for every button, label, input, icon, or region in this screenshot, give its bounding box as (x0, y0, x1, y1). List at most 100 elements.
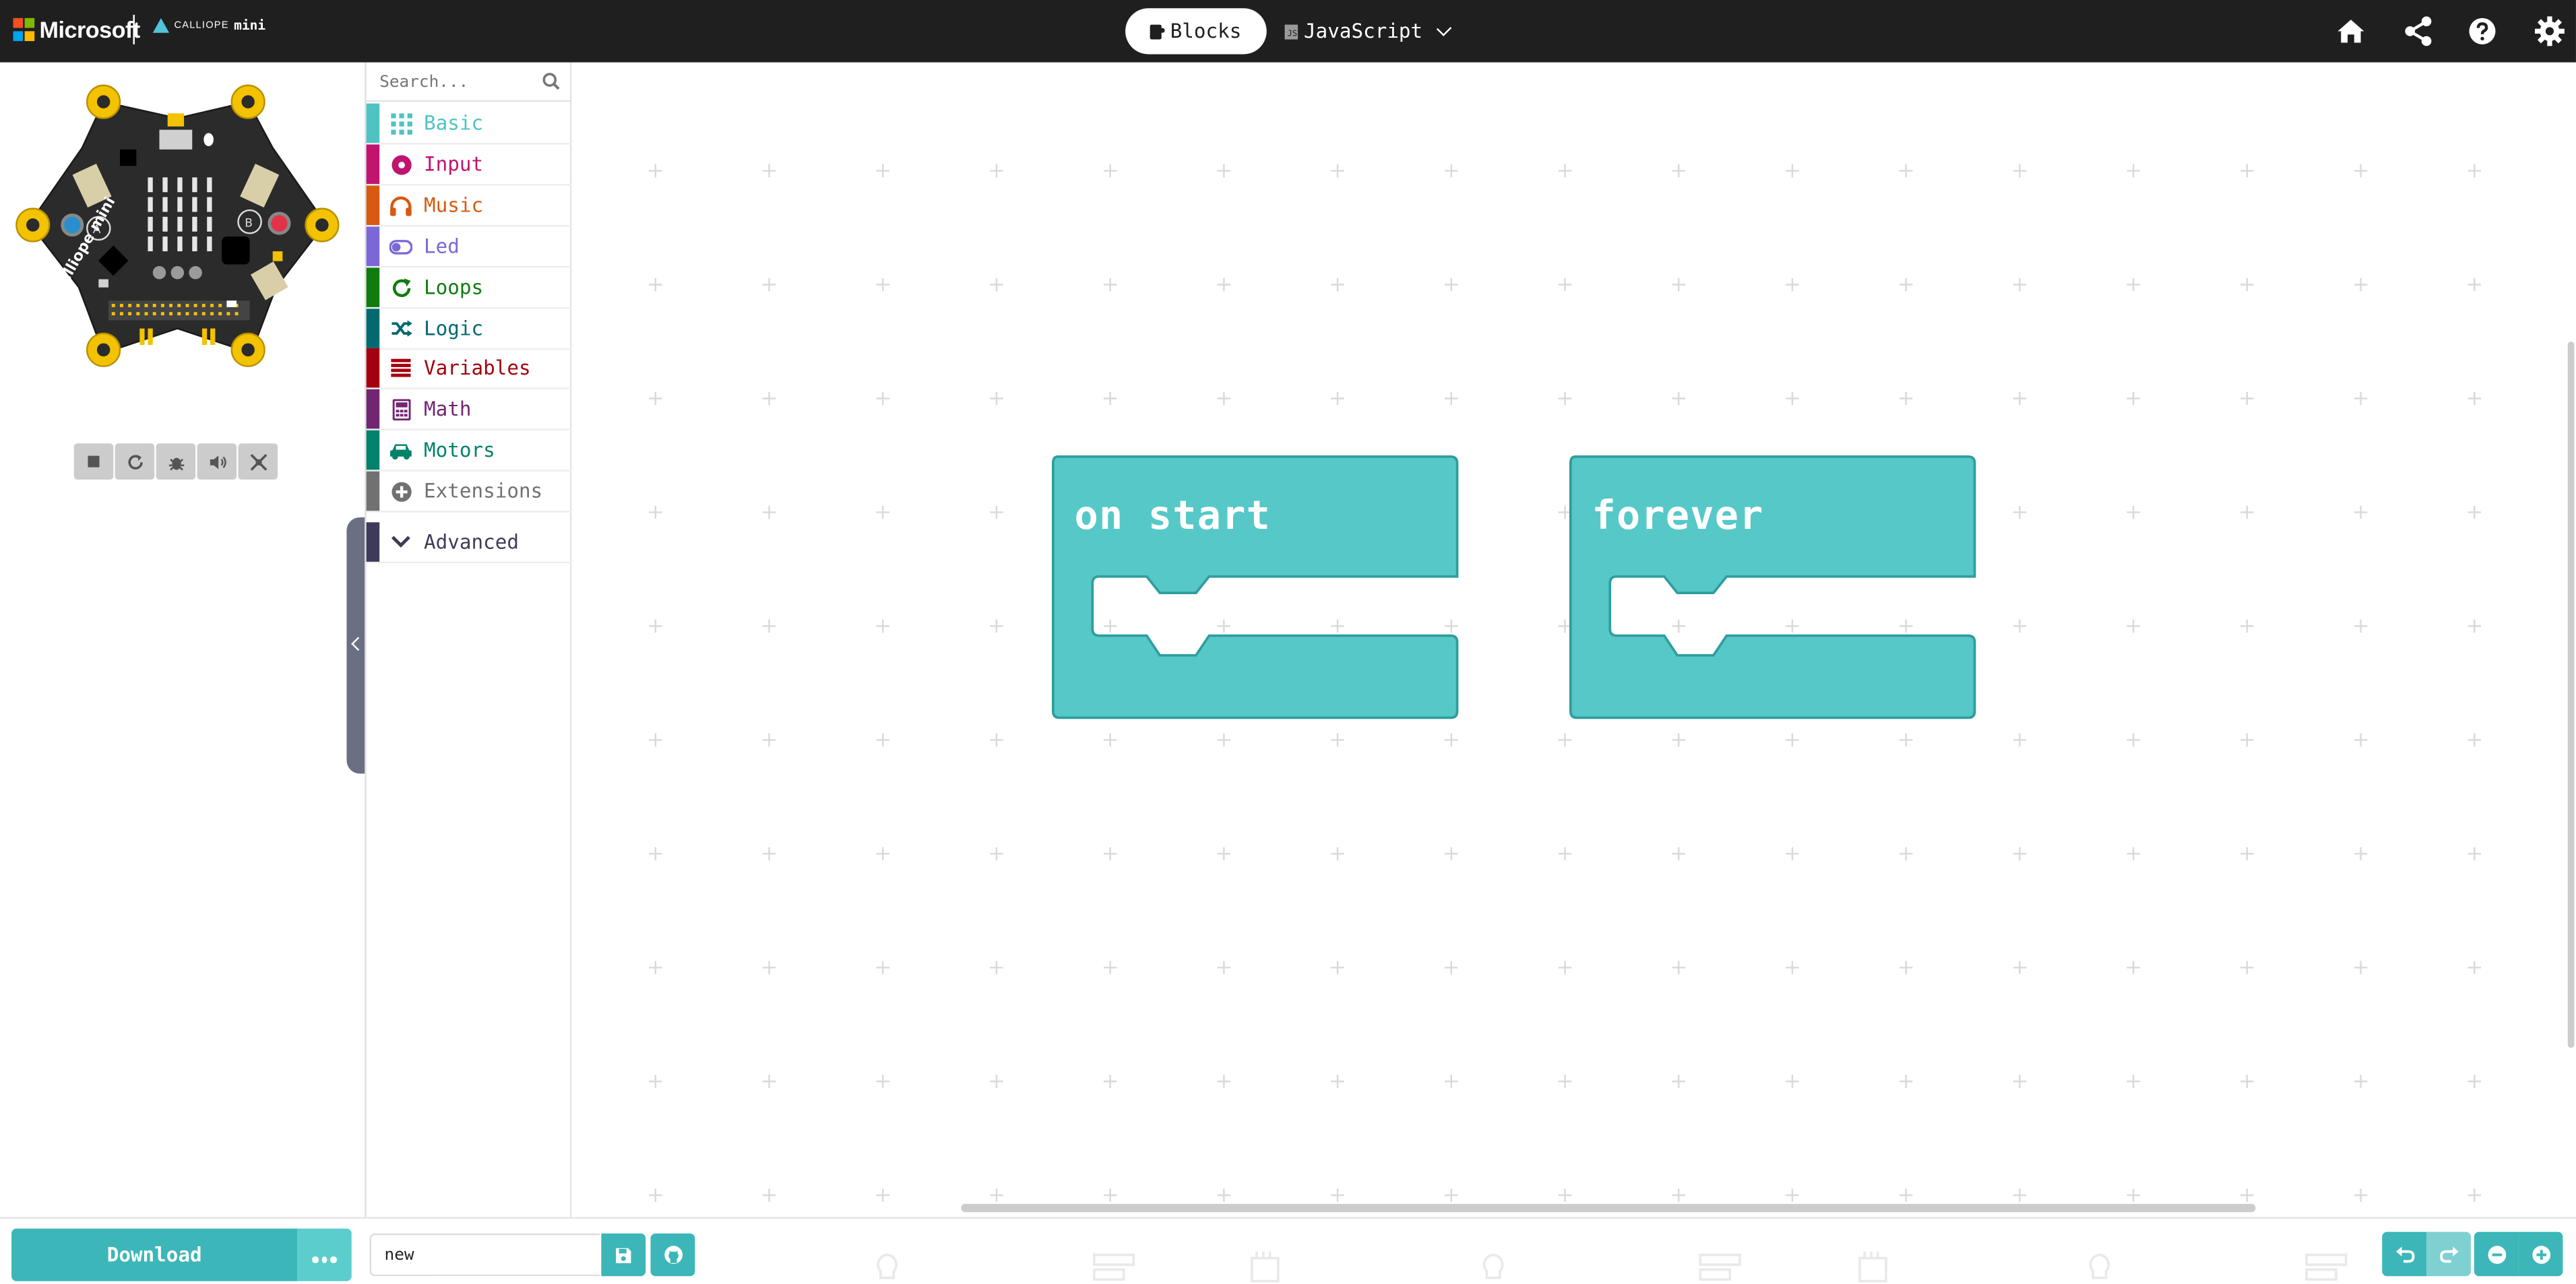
grid-plus-mark (1899, 278, 1913, 292)
grid-plus-mark (1331, 391, 1344, 406)
grid-plus-mark (2127, 961, 2140, 975)
decorative-bulb-icon (1482, 1253, 1504, 1279)
share-icon[interactable] (2402, 15, 2435, 48)
toolbox: Basic Input Music Led (365, 62, 572, 1217)
home-icon[interactable] (2335, 15, 2368, 48)
fullscreen-icon[interactable] (238, 443, 278, 480)
grid-plus-mark (762, 619, 776, 633)
grid-plus-mark (1672, 164, 1686, 178)
download-button[interactable]: Download (11, 1228, 298, 1281)
grid-plus-mark (2013, 278, 2027, 292)
grid-plus-mark (2013, 847, 2027, 861)
toolbox-category-math[interactable]: Math (366, 389, 572, 430)
javascript-mode-button[interactable]: JS JavaScript (1284, 8, 1452, 54)
grid-plus-mark (1899, 1074, 1913, 1088)
grid-plus-mark (990, 1188, 1003, 1202)
toolbox-category-input[interactable]: Input (366, 144, 572, 185)
toolbox-category-loops[interactable]: Loops (366, 267, 572, 309)
toolbox-category-music[interactable]: Music (366, 185, 572, 226)
grid-plus-mark (1445, 847, 1458, 861)
grid-plus-mark (1445, 391, 1458, 406)
simulator-controls (73, 443, 278, 480)
calliope-board-icon[interactable]: A B calliope mini (13, 82, 342, 371)
grid-plus-mark (2354, 847, 2368, 861)
search-input[interactable] (379, 69, 528, 96)
help-icon[interactable] (2466, 15, 2499, 48)
category-label: Basic (424, 111, 484, 135)
grid-plus-mark (1217, 847, 1231, 861)
grid-plus-mark (2354, 733, 2368, 747)
zoom-in-button[interactable] (2518, 1231, 2563, 1277)
grid-plus-mark (1445, 278, 1458, 292)
category-label: Advanced (424, 530, 519, 554)
zoom-out-button[interactable] (2474, 1231, 2519, 1277)
toolbox-category-variables[interactable]: Variables (366, 348, 572, 389)
decorative-bulb-icon (877, 1253, 898, 1279)
grid-plus-mark (762, 505, 776, 519)
microsoft-brand[interactable]: Microsoft (40, 16, 141, 42)
undo-button[interactable] (2382, 1231, 2427, 1277)
more-icon[interactable] (297, 1228, 352, 1281)
category-label: Loops (424, 276, 484, 299)
grid-plus-mark (990, 619, 1003, 633)
settings-icon[interactable] (2534, 15, 2567, 48)
microsoft-logo-icon[interactable] (13, 18, 36, 41)
grid-plus-mark (2240, 619, 2254, 633)
grid-plus-mark (876, 1188, 889, 1202)
grid-plus-mark (2240, 505, 2254, 519)
calliope-triangle-icon (152, 18, 170, 33)
grid-plus-mark (762, 164, 776, 178)
toolbox-category-logic[interactable]: Logic (366, 309, 572, 350)
grid-plus-mark (1217, 1188, 1231, 1202)
grid-plus-mark (649, 619, 662, 633)
debug-icon[interactable] (156, 443, 196, 480)
grid-plus-mark (649, 278, 662, 292)
toolbox-category-extensions[interactable]: Extensions (366, 471, 572, 512)
undo-icon (2395, 1246, 2414, 1263)
search-icon[interactable] (542, 72, 561, 90)
toolbox-category-basic[interactable]: Basic (366, 103, 572, 144)
forever-block-label: forever (1592, 492, 1764, 539)
toolbox-category-motors[interactable]: Motors (366, 430, 572, 471)
chevron-down-icon[interactable] (1436, 20, 1452, 36)
project-name-input[interactable] (369, 1233, 600, 1277)
category-label: Motors (424, 438, 495, 462)
grid-plus-mark (1899, 164, 1913, 178)
calliope-logo-text: CALLIOPE (174, 20, 229, 31)
save-button[interactable] (601, 1233, 646, 1277)
grid-plus-mark (2468, 961, 2482, 975)
save-icon (616, 1247, 631, 1262)
grid-plus-mark (1558, 1074, 1572, 1088)
grid-plus-mark (1331, 733, 1344, 747)
github-button[interactable] (650, 1233, 695, 1277)
chevron-left-icon (351, 637, 365, 651)
vertical-scrollbar[interactable] (2567, 342, 2575, 1048)
grid-plus-mark (1899, 391, 1913, 406)
sound-icon[interactable] (197, 443, 237, 480)
toolbox-category-led[interactable]: Led (366, 226, 572, 267)
grid-plus-mark (876, 505, 889, 519)
grid-plus-mark (1331, 278, 1344, 292)
grid-plus-mark (2468, 1074, 2482, 1088)
grid-plus-mark (2354, 1188, 2368, 1202)
chevron-down-icon (389, 532, 412, 552)
grid-plus-mark (1558, 391, 1572, 406)
headphones-icon (389, 195, 412, 216)
javascript-mode-label: JavaScript (1304, 20, 1423, 43)
blocks-mode-button[interactable]: Blocks (1125, 8, 1267, 55)
restart-icon[interactable] (115, 443, 155, 480)
redo-button[interactable] (2426, 1231, 2471, 1277)
horizontal-scrollbar[interactable] (961, 1204, 2256, 1213)
calliope-logo[interactable]: CALLIOPE mini (152, 18, 265, 33)
grid-plus-mark (2013, 391, 2027, 406)
toolbox-category-advanced[interactable]: Advanced (366, 522, 572, 563)
grid-plus-mark (1672, 961, 1686, 975)
grid-plus-mark (1786, 164, 1799, 178)
stop-icon[interactable] (73, 443, 114, 480)
collapse-simulator-button[interactable] (346, 517, 367, 774)
grid-plus-mark (2354, 1074, 2368, 1088)
blocks-workspace[interactable]: on start forever (571, 62, 2576, 1217)
grid-plus-mark (762, 1074, 776, 1088)
grid-plus-mark (1331, 847, 1344, 861)
button-b-label: B (245, 216, 253, 230)
